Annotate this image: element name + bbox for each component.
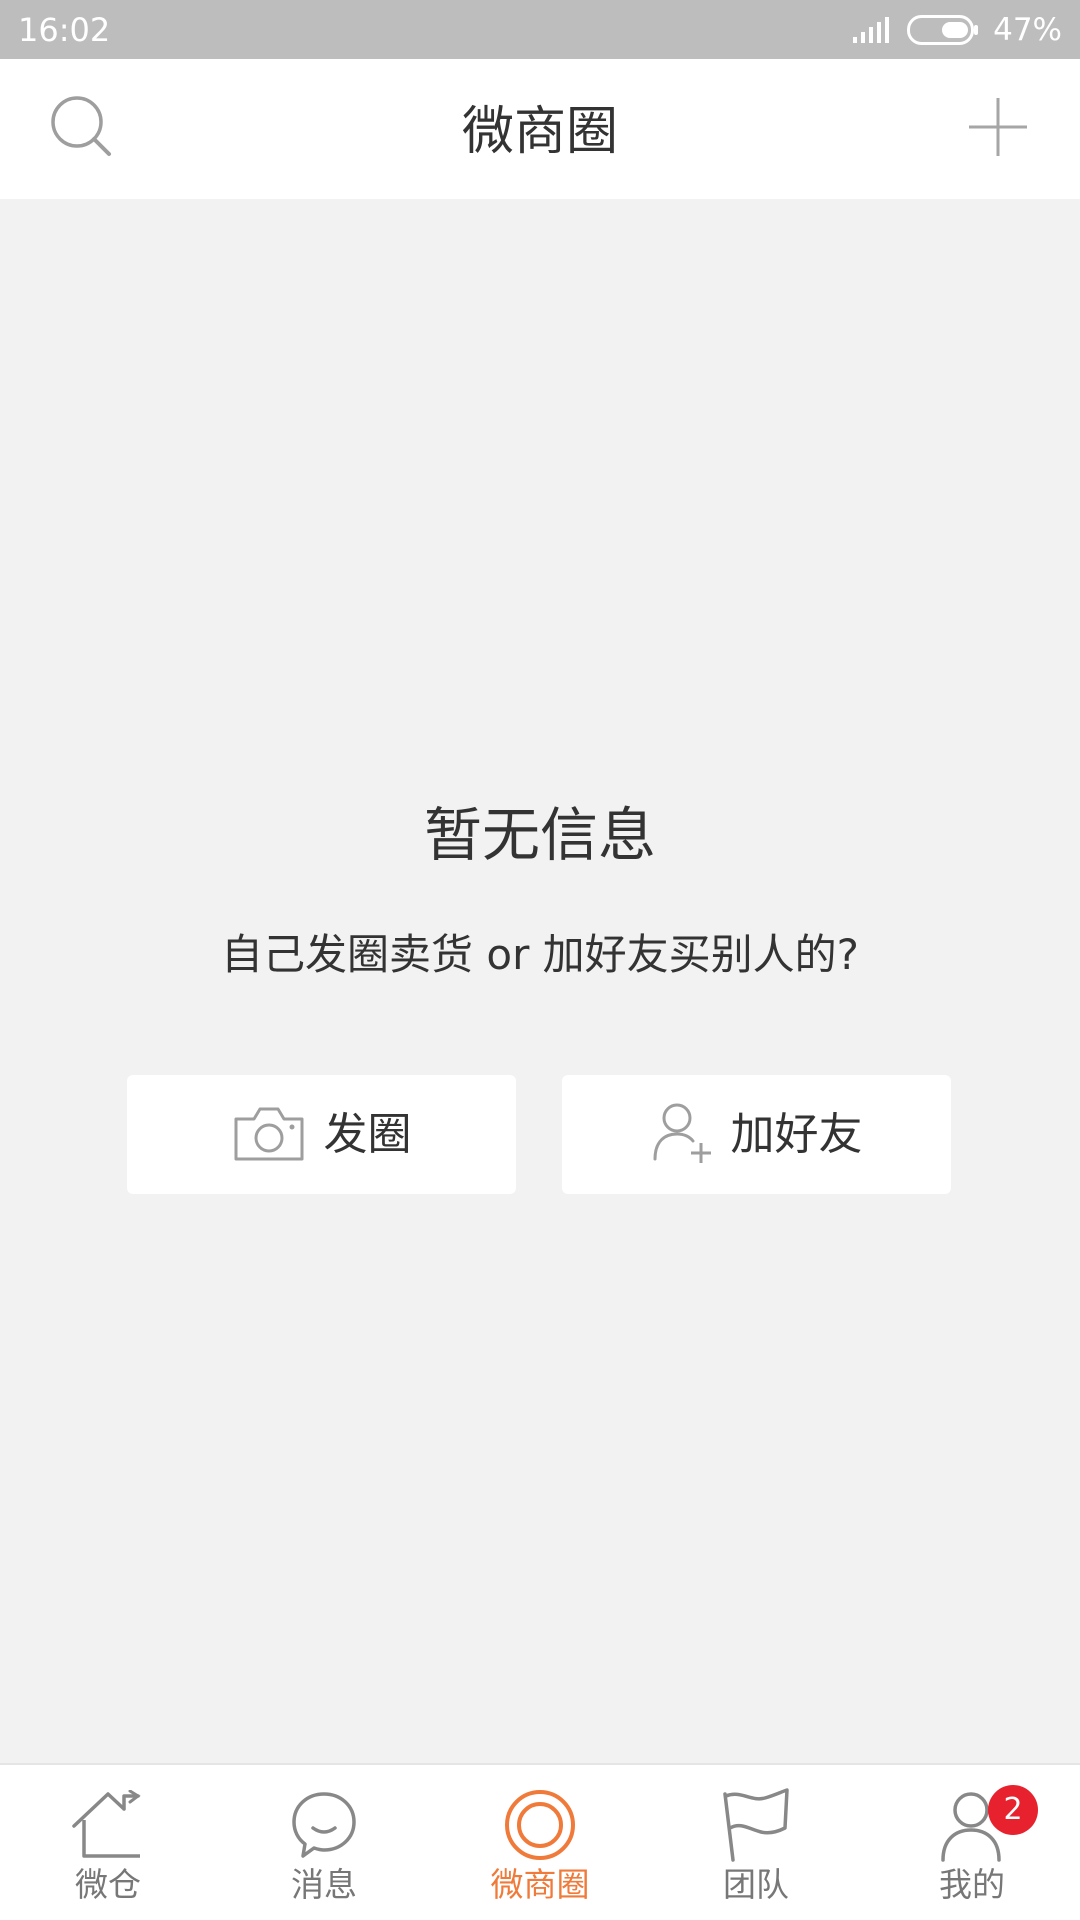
top-navigation-bar: 微商圈 — [0, 59, 1080, 199]
tab-label: 我的 — [939, 1865, 1005, 1904]
tab-warehouse[interactable]: 微仓 — [0, 1765, 216, 1920]
tab-moments[interactable]: 微商圈 — [432, 1765, 648, 1920]
flag-icon — [716, 1787, 796, 1863]
circle-icon — [500, 1787, 580, 1863]
add-user-icon — [651, 1101, 713, 1169]
empty-state-subtitle: 自己发圈卖货 or 加好友买别人的? — [221, 930, 859, 979]
battery-icon — [907, 15, 979, 45]
status-time: 16:02 — [18, 11, 111, 49]
plus-icon — [967, 96, 1029, 162]
camera-icon — [232, 1103, 306, 1167]
chat-bubble-icon — [284, 1787, 364, 1863]
home-icon — [68, 1787, 148, 1863]
status-bar: 16:02 47% — [0, 0, 1080, 59]
add-friend-button[interactable]: 加好友 — [562, 1075, 951, 1194]
page-title: 微商圈 — [461, 102, 618, 162]
signal-icon — [853, 17, 893, 43]
tab-label: 团队 — [723, 1865, 789, 1904]
tab-label: 微仓 — [75, 1865, 141, 1904]
empty-state-title: 暂无信息 — [423, 801, 656, 869]
battery-percent: 47% — [993, 12, 1062, 48]
bottom-tab-bar: 微仓 消息 微商圈 团队 我的 2 — [0, 1763, 1080, 1920]
tab-me[interactable]: 我的 2 — [864, 1765, 1080, 1920]
status-indicators: 47% — [853, 8, 1062, 52]
tab-messages[interactable]: 消息 — [216, 1765, 432, 1920]
post-moment-label: 发圈 — [323, 1108, 412, 1160]
post-moment-button[interactable]: 发圈 — [127, 1075, 516, 1194]
tab-label: 消息 — [291, 1865, 357, 1904]
tab-team[interactable]: 团队 — [648, 1765, 864, 1920]
add-button[interactable] — [958, 89, 1038, 169]
notification-badge: 2 — [988, 1785, 1038, 1835]
add-friend-label: 加好友 — [730, 1108, 863, 1160]
tab-label: 微商圈 — [490, 1865, 590, 1904]
